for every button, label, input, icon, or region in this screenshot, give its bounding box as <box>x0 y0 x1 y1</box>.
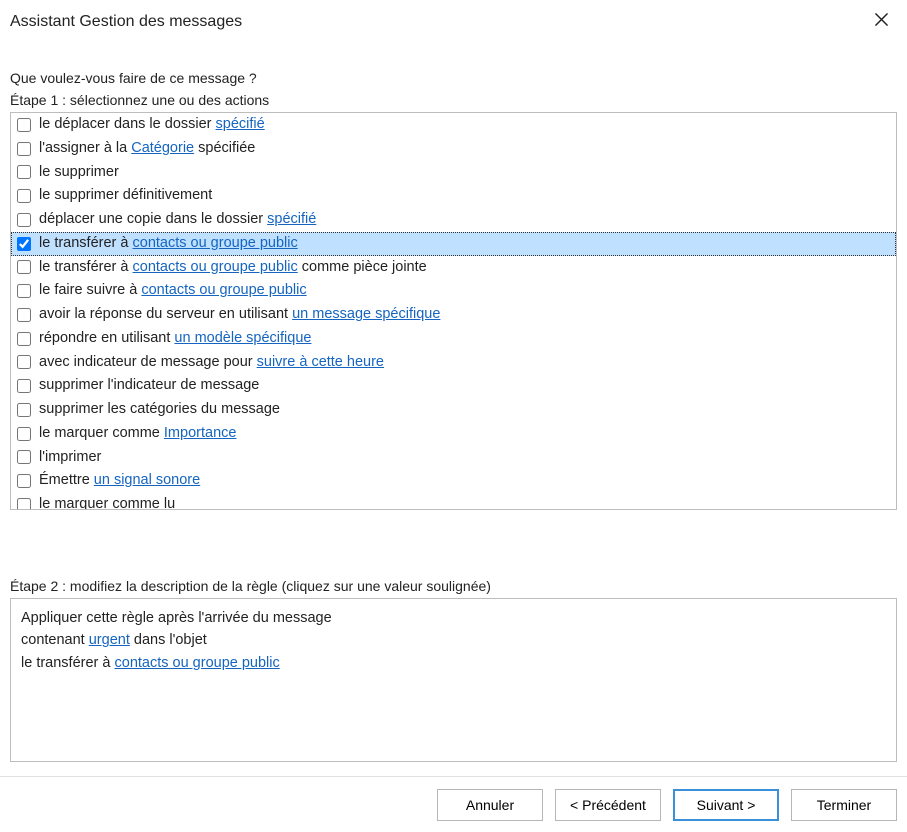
action-item-9[interactable]: répondre en utilisant un modèle spécifiq… <box>11 327 896 351</box>
action-link[interactable]: Catégorie <box>131 140 194 156</box>
action-checkbox-16[interactable] <box>17 498 31 509</box>
action-checkbox-11[interactable] <box>17 379 31 393</box>
action-checkbox-3[interactable] <box>17 189 31 203</box>
action-checkbox-6[interactable] <box>17 260 31 274</box>
action-checkbox-4[interactable] <box>17 213 31 227</box>
action-link[interactable]: Importance <box>164 425 237 441</box>
back-button[interactable]: < Précédent <box>555 789 661 821</box>
action-label-7: le faire suivre à contacts ou groupe pub… <box>39 280 307 302</box>
action-checkbox-5[interactable] <box>17 237 31 251</box>
action-item-5[interactable]: le transférer à contacts ou groupe publi… <box>11 232 896 256</box>
action-checkbox-9[interactable] <box>17 332 31 346</box>
action-label-13: le marquer comme Importance <box>39 423 236 445</box>
action-checkbox-7[interactable] <box>17 284 31 298</box>
action-label-16: le marquer comme lu <box>39 494 175 509</box>
close-button[interactable] <box>867 8 895 36</box>
action-label-12: supprimer les catégories du message <box>39 399 280 421</box>
action-label-4: déplacer une copie dans le dossier spéci… <box>39 209 316 231</box>
action-checkbox-0[interactable] <box>17 118 31 132</box>
action-checkbox-14[interactable] <box>17 450 31 464</box>
action-item-12[interactable]: supprimer les catégories du message <box>11 398 896 422</box>
cancel-button[interactable]: Annuler <box>437 789 543 821</box>
action-item-1[interactable]: l'assigner à la Catégorie spécifiée <box>11 137 896 161</box>
action-checkbox-1[interactable] <box>17 142 31 156</box>
action-link[interactable]: contacts ou groupe public <box>133 235 298 251</box>
action-checkbox-13[interactable] <box>17 427 31 441</box>
action-item-11[interactable]: supprimer l'indicateur de message <box>11 374 896 398</box>
action-item-8[interactable]: avoir la réponse du serveur en utilisant… <box>11 303 896 327</box>
action-link[interactable]: suivre à cette heure <box>257 354 384 370</box>
action-checkbox-2[interactable] <box>17 165 31 179</box>
actions-listbox: le déplacer dans le dossier spécifiél'as… <box>10 112 897 510</box>
action-label-9: répondre en utilisant un modèle spécifiq… <box>39 328 311 350</box>
finish-button[interactable]: Terminer <box>791 789 897 821</box>
action-link[interactable]: un signal sonore <box>94 472 200 488</box>
close-icon <box>874 12 889 32</box>
action-label-15: Émettre un signal sonore <box>39 470 200 492</box>
action-item-14[interactable]: l'imprimer <box>11 446 896 470</box>
action-item-10[interactable]: avec indicateur de message pour suivre à… <box>11 351 896 375</box>
action-label-8: avoir la réponse du serveur en utilisant… <box>39 304 440 326</box>
action-label-6: le transférer à contacts ou groupe publi… <box>39 257 427 279</box>
action-item-4[interactable]: déplacer une copie dans le dossier spéci… <box>11 208 896 232</box>
action-item-7[interactable]: le faire suivre à contacts ou groupe pub… <box>11 279 896 303</box>
action-label-5: le transférer à contacts ou groupe publi… <box>39 233 298 255</box>
action-link[interactable]: spécifié <box>216 116 265 132</box>
action-label-1: l'assigner à la Catégorie spécifiée <box>39 138 255 160</box>
action-label-2: le supprimer <box>39 162 119 184</box>
desc-line-0: Appliquer cette règle après l'arrivée du… <box>21 607 886 629</box>
action-label-10: avec indicateur de message pour suivre à… <box>39 352 384 374</box>
action-item-2[interactable]: le supprimer <box>11 161 896 185</box>
rule-description-box: Appliquer cette règle après l'arrivée du… <box>10 598 897 762</box>
action-item-16[interactable]: le marquer comme lu <box>11 493 896 509</box>
dialog-title: Assistant Gestion des messages <box>10 13 242 31</box>
action-label-0: le déplacer dans le dossier spécifié <box>39 114 265 136</box>
action-label-14: l'imprimer <box>39 447 101 469</box>
action-link[interactable]: spécifié <box>267 211 316 227</box>
next-button[interactable]: Suivant > <box>673 789 779 821</box>
action-link[interactable]: un message spécifique <box>292 306 440 322</box>
divider <box>0 776 907 777</box>
action-checkbox-8[interactable] <box>17 308 31 322</box>
button-bar: Annuler < Précédent Suivant > Terminer <box>0 789 907 831</box>
action-checkbox-12[interactable] <box>17 403 31 417</box>
action-link[interactable]: un modèle spécifique <box>174 330 311 346</box>
step2-label: Étape 2 : modifiez la description de la … <box>10 578 897 594</box>
desc-line-1: contenant urgent dans l'objet <box>21 629 886 651</box>
actions-scroll[interactable]: le déplacer dans le dossier spécifiél'as… <box>11 113 896 509</box>
action-item-0[interactable]: le déplacer dans le dossier spécifié <box>11 113 896 137</box>
action-item-13[interactable]: le marquer comme Importance <box>11 422 896 446</box>
desc-link[interactable]: urgent <box>89 632 130 648</box>
action-checkbox-15[interactable] <box>17 474 31 488</box>
action-item-6[interactable]: le transférer à contacts ou groupe publi… <box>11 256 896 280</box>
action-label-3: le supprimer définitivement <box>39 185 212 207</box>
wizard-question: Que voulez-vous faire de ce message ? <box>10 70 897 86</box>
action-checkbox-10[interactable] <box>17 355 31 369</box>
desc-link[interactable]: contacts ou groupe public <box>115 655 280 671</box>
action-label-11: supprimer l'indicateur de message <box>39 375 259 397</box>
action-link[interactable]: contacts ou groupe public <box>141 282 306 298</box>
desc-line-2: le transférer à contacts ou groupe publi… <box>21 652 886 674</box>
action-item-3[interactable]: le supprimer définitivement <box>11 184 896 208</box>
action-link[interactable]: contacts ou groupe public <box>133 259 298 275</box>
action-item-15[interactable]: Émettre un signal sonore <box>11 469 896 493</box>
step1-label: Étape 1 : sélectionnez une ou des action… <box>10 92 897 108</box>
